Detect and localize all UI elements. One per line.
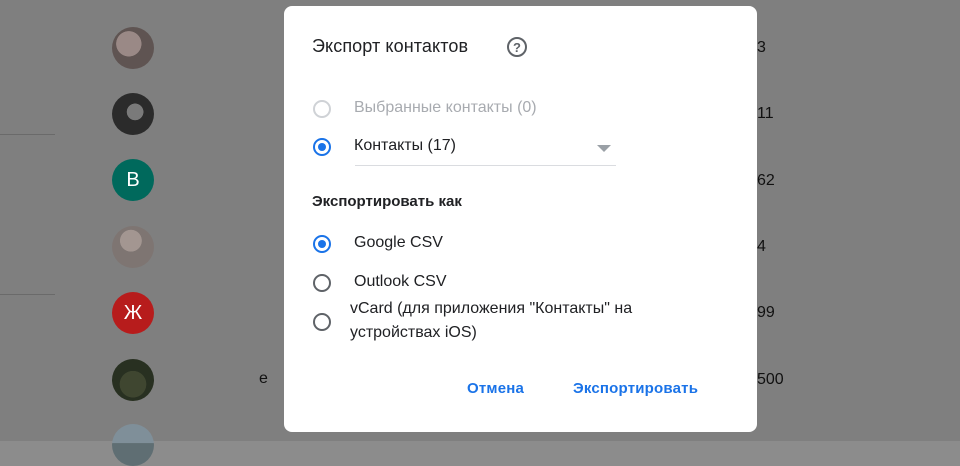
vcard-label-line2: устройствах iOS) xyxy=(350,324,477,341)
outlook-csv-radio[interactable] xyxy=(313,274,331,292)
dropdown-arrow-icon[interactable] xyxy=(597,145,611,152)
contacts-group-select[interactable]: Контакты (17) xyxy=(354,137,456,155)
google-csv-label[interactable]: Google CSV xyxy=(354,234,443,252)
avatar-letter: Ж xyxy=(123,301,143,324)
avatar[interactable] xyxy=(112,424,154,466)
cancel-button[interactable]: Отмена xyxy=(467,380,524,397)
divider xyxy=(0,294,55,295)
avatar[interactable] xyxy=(112,226,154,268)
contact-name: е xyxy=(259,370,268,387)
vcard-label-line1: vCard (для приложения "Контакты" на xyxy=(350,300,633,317)
vcard-label[interactable]: vCard (для приложения "Контакты" на устр… xyxy=(350,297,632,345)
avatar[interactable] xyxy=(112,27,154,69)
contact-phone: 62 xyxy=(757,172,775,189)
outlook-csv-label[interactable]: Outlook CSV xyxy=(354,273,446,291)
divider xyxy=(0,134,55,135)
contact-phone: 99 xyxy=(757,304,775,321)
export-format-heading: Экспортировать как xyxy=(312,193,462,210)
contacts-radio[interactable] xyxy=(313,138,331,156)
export-button[interactable]: Экспортировать xyxy=(573,380,698,397)
avatar-letter: В xyxy=(126,168,140,191)
select-underline xyxy=(355,165,616,166)
vcard-radio[interactable] xyxy=(313,313,331,331)
google-csv-radio[interactable] xyxy=(313,235,331,253)
avatar[interactable] xyxy=(112,93,154,135)
help-icon[interactable]: ? xyxy=(507,37,527,57)
avatar[interactable]: Ж xyxy=(112,292,154,334)
export-contacts-dialog: Экспорт контактов ? Выбранные контакты (… xyxy=(284,6,757,432)
selected-contacts-label: Выбранные контакты (0) xyxy=(354,99,537,116)
contact-phone: 11 xyxy=(757,105,774,122)
selected-contacts-radio xyxy=(313,100,331,118)
contact-phone: 500 xyxy=(757,371,784,388)
contact-phone: 3 xyxy=(757,39,766,56)
dialog-title: Экспорт контактов xyxy=(312,36,469,56)
avatar[interactable] xyxy=(112,359,154,401)
contact-phone: 4 xyxy=(757,238,766,255)
avatar[interactable]: В xyxy=(112,159,154,201)
